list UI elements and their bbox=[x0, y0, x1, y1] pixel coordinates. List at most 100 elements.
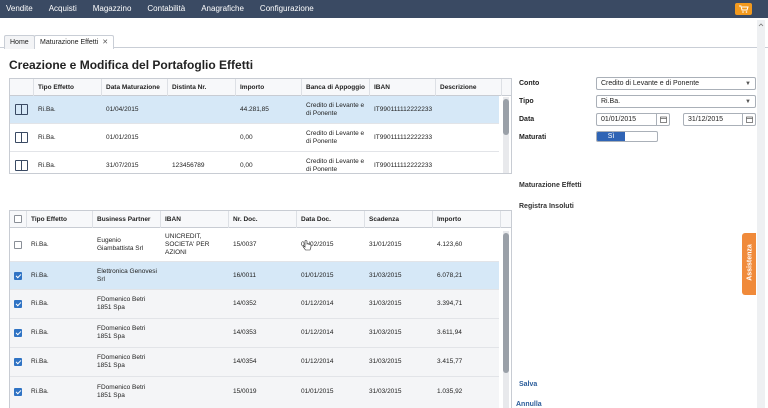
col-nr-doc[interactable]: Nr. Doc. bbox=[229, 211, 297, 228]
date-to-input[interactable]: 31/12/2015 bbox=[683, 113, 756, 126]
tab-bar: Home Maturazione Effetti ✕ bbox=[0, 30, 768, 49]
portfolio-table-header: Tipo Effetto Data Maturazione Distinta N… bbox=[10, 79, 511, 96]
cell-importo: 3.415,77 bbox=[437, 358, 463, 365]
cell-importo: 1.035,92 bbox=[437, 388, 463, 395]
cell-tipo: Ri.Ba. bbox=[31, 241, 49, 248]
col-data-doc[interactable]: Data Doc. bbox=[297, 211, 365, 228]
col-scadenza[interactable]: Scadenza bbox=[365, 211, 433, 228]
cell-importo: 0,00 bbox=[240, 162, 253, 169]
book-icon[interactable] bbox=[15, 132, 28, 143]
cell-data: 01/01/2015 bbox=[106, 134, 139, 141]
cell-iban: IT990111112222233 bbox=[374, 106, 433, 113]
cell-scadenza: 31/03/2015 bbox=[369, 329, 402, 336]
tipo-select[interactable]: Ri.Ba. ▼ bbox=[596, 95, 756, 108]
cell-tipo: Ri.Ba. bbox=[31, 272, 49, 279]
select-all-checkbox[interactable] bbox=[14, 215, 22, 223]
conto-select[interactable]: Credito di Levante e di Ponente ▼ bbox=[596, 77, 756, 90]
cell-data: 01/01/2015 bbox=[301, 272, 334, 279]
table-row[interactable]: Ri.Ba. Eugenio Giambattista Srl UNICREDI… bbox=[10, 228, 499, 262]
close-icon[interactable]: ✕ bbox=[102, 39, 108, 46]
book-icon[interactable] bbox=[15, 160, 28, 171]
cell-distinta: 123456789 bbox=[172, 162, 205, 169]
tab-home-label: Home bbox=[10, 39, 29, 46]
menu-configurazione[interactable]: Configurazione bbox=[252, 0, 322, 18]
main-menu: Vendite Acquisti Magazzino Contabilità A… bbox=[0, 0, 322, 18]
data-label: Data bbox=[519, 116, 535, 123]
portfolio-row[interactable]: Ri.Ba. 01/04/2015 44.281,85 Credito di L… bbox=[10, 96, 499, 124]
annulla-button[interactable]: Annulla bbox=[516, 401, 542, 408]
cell-tipo: Ri.Ba. bbox=[38, 162, 56, 169]
cell-partner: Elettronica Genovesi Srl bbox=[97, 268, 157, 283]
scrollbar-thumb[interactable] bbox=[503, 99, 509, 135]
portfolio-row[interactable]: Ri.Ba. 31/07/2015 123456789 0,00 Credito… bbox=[10, 152, 499, 173]
table-row[interactable]: Ri.Ba. Elettronica Genovesi Srl 16/0011 … bbox=[10, 262, 499, 290]
table-row[interactable]: Ri.Ba. FDomenico Betri 1851 Spa 14/0352 … bbox=[10, 290, 499, 319]
calendar-icon[interactable] bbox=[742, 114, 755, 125]
tab-maturazione-effetti[interactable]: Maturazione Effetti ✕ bbox=[34, 35, 115, 49]
cell-tipo: Ri.Ba. bbox=[31, 300, 49, 307]
col-tipo-effetto[interactable]: Tipo Effetto bbox=[27, 211, 93, 228]
date-from-input[interactable]: 01/01/2015 bbox=[596, 113, 670, 126]
col-select-all[interactable] bbox=[10, 211, 27, 228]
menu-anagrafiche[interactable]: Anagrafiche bbox=[193, 0, 252, 18]
row-checkbox[interactable] bbox=[14, 300, 22, 308]
table-row[interactable]: Ri.Ba. FDomenico Betri 1851 Spa 15/0019 … bbox=[10, 377, 499, 408]
col-importo[interactable]: Importo bbox=[236, 79, 302, 96]
row-checkbox[interactable] bbox=[14, 388, 22, 396]
table-row[interactable]: Ri.Ba. FDomenico Betri 1851 Spa 14/0354 … bbox=[10, 348, 499, 377]
cell-tipo: Ri.Ba. bbox=[38, 134, 56, 141]
maturazione-effetti-link[interactable]: Maturazione Effetti bbox=[519, 182, 582, 189]
scroll-up-icon[interactable] bbox=[758, 22, 764, 28]
cell-importo: 3.611,94 bbox=[437, 329, 462, 336]
col-distinta[interactable]: Distinta Nr. bbox=[168, 79, 236, 96]
row-checkbox[interactable] bbox=[14, 241, 22, 249]
page-scrollbar[interactable] bbox=[757, 20, 765, 408]
cell-data: 01/12/2014 bbox=[301, 329, 334, 336]
cell-data: 01/01/2015 bbox=[301, 388, 334, 395]
col-iban[interactable]: IBAN bbox=[161, 211, 229, 228]
cell-importo: 44.281,85 bbox=[240, 106, 269, 113]
cell-scadenza: 31/03/2015 bbox=[369, 358, 402, 365]
portfolio-scrollbar[interactable] bbox=[503, 97, 509, 173]
maturati-toggle[interactable]: Sì bbox=[596, 131, 658, 142]
calendar-icon[interactable] bbox=[656, 114, 669, 125]
row-checkbox[interactable] bbox=[14, 358, 22, 366]
maturati-toggle-on[interactable]: Sì bbox=[597, 132, 625, 141]
menu-vendite[interactable]: Vendite bbox=[0, 0, 41, 18]
book-icon[interactable] bbox=[15, 104, 28, 115]
registra-insoluti-link[interactable]: Registra Insoluti bbox=[519, 203, 574, 210]
cart-button[interactable] bbox=[735, 3, 752, 15]
salva-button[interactable]: Salva bbox=[519, 381, 537, 388]
col-tipo-effetto[interactable]: Tipo Effetto bbox=[34, 79, 102, 96]
cell-partner: FDomenico Betri 1851 Spa bbox=[97, 384, 146, 399]
col-banca[interactable]: Banca di Appoggio bbox=[302, 79, 370, 96]
col-data-maturazione[interactable]: Data Maturazione bbox=[102, 79, 168, 96]
col-importo[interactable]: Importo bbox=[433, 211, 501, 228]
tab-home[interactable]: Home bbox=[4, 35, 35, 49]
cell-banca: Credito di Levante e di Ponente bbox=[306, 102, 365, 117]
chevron-down-icon: ▼ bbox=[745, 99, 751, 105]
menu-contabilita[interactable]: Contabilità bbox=[139, 0, 193, 18]
menu-acquisti[interactable]: Acquisti bbox=[41, 0, 85, 18]
cell-banca: Credito di Levante e di Ponente bbox=[306, 130, 365, 145]
col-business-partner[interactable]: Business Partner bbox=[93, 211, 161, 228]
table-row[interactable]: Ri.Ba. FDomenico Betri 1851 Spa 14/0353 … bbox=[10, 319, 499, 348]
menu-magazzino[interactable]: Magazzino bbox=[85, 0, 140, 18]
cell-nr: 14/0352 bbox=[233, 300, 257, 307]
row-checkbox[interactable] bbox=[14, 329, 22, 337]
tab-maturazione-label: Maturazione Effetti bbox=[40, 39, 99, 46]
cell-nr: 16/0011 bbox=[233, 272, 257, 279]
col-descrizione[interactable]: Descrizione bbox=[436, 79, 502, 96]
effects-scrollbar[interactable] bbox=[503, 231, 509, 408]
cell-tipo: Ri.Ba. bbox=[31, 388, 49, 395]
row-checkbox[interactable] bbox=[14, 272, 22, 280]
date-to-value: 31/12/2015 bbox=[688, 116, 724, 123]
top-navigation: Vendite Acquisti Magazzino Contabilità A… bbox=[0, 0, 768, 18]
cell-importo: 6.078,21 bbox=[437, 272, 463, 279]
effects-table: Tipo Effetto Business Partner IBAN Nr. D… bbox=[9, 210, 512, 408]
portfolio-row[interactable]: Ri.Ba. 01/01/2015 0,00 Credito di Levant… bbox=[10, 124, 499, 152]
col-iban[interactable]: IBAN bbox=[370, 79, 436, 96]
cell-scadenza: 31/03/2015 bbox=[369, 300, 402, 307]
assistenza-tab[interactable]: Assistenza bbox=[742, 233, 756, 295]
scrollbar-thumb[interactable] bbox=[503, 233, 509, 373]
